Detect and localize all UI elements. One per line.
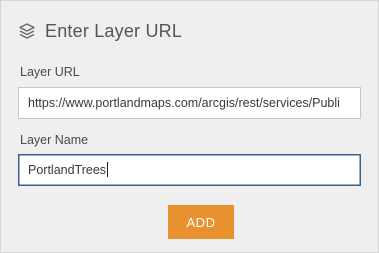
layer-name-label: Layer Name (20, 133, 89, 147)
layer-url-label: Layer URL (20, 65, 80, 79)
enter-layer-url-panel: Enter Layer URL Layer URL https://www.po… (0, 0, 379, 253)
text-cursor (107, 162, 109, 178)
layer-url-input[interactable]: https://www.portlandmaps.com/arcgis/rest… (18, 87, 361, 119)
add-button[interactable]: ADD (168, 205, 234, 239)
layers-icon (18, 22, 36, 40)
layer-url-value: https://www.portlandmaps.com/arcgis/rest… (28, 96, 340, 110)
panel-title: Enter Layer URL (45, 20, 183, 41)
layer-name-value: PortlandTrees (28, 163, 107, 177)
panel-header: Enter Layer URL (18, 18, 182, 44)
layer-name-input[interactable]: PortlandTrees (18, 154, 361, 186)
